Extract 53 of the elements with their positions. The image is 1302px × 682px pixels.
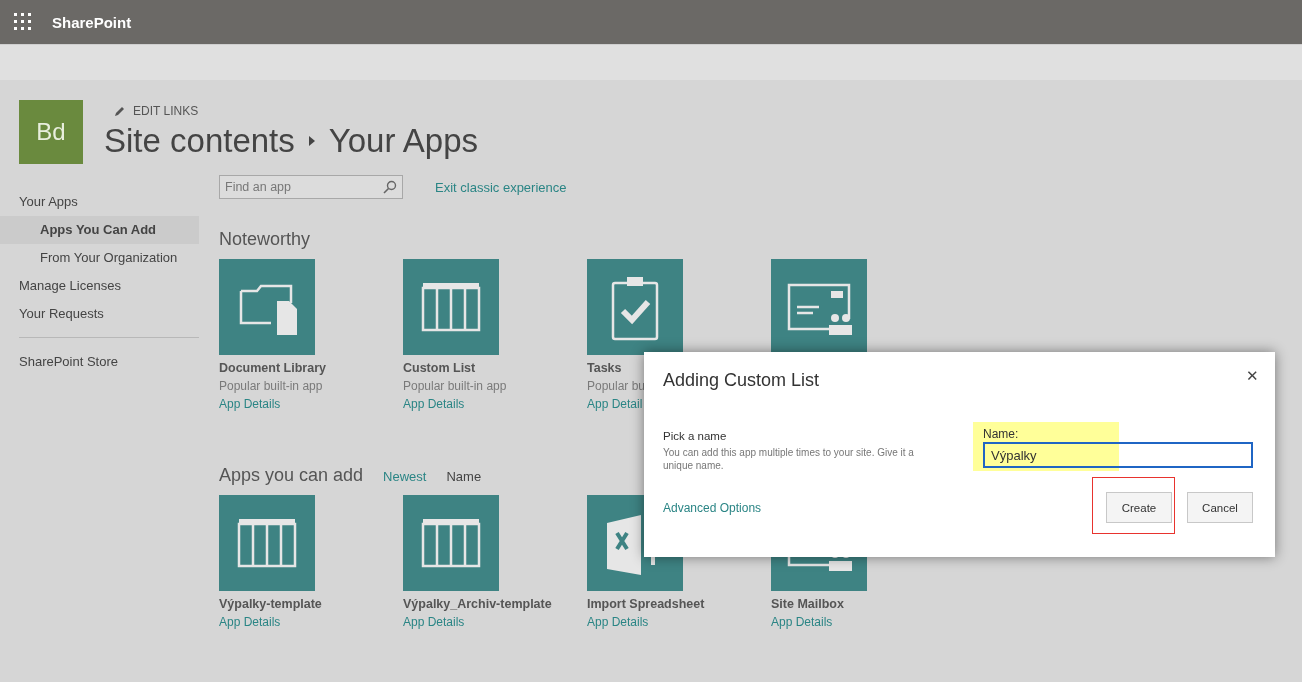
field-label: Name: (983, 426, 1020, 441)
pencil-icon[interactable] (114, 105, 126, 117)
app-title: Site Mailbox (771, 597, 844, 611)
app-tile[interactable] (587, 259, 683, 355)
app-description: Popular built-in app (403, 379, 507, 393)
sort-option[interactable]: Name (446, 469, 482, 484)
dialog-title: Adding Custom List (663, 370, 820, 391)
section-label: Pick a name (663, 430, 728, 442)
app-title: Výpalky-template (219, 597, 322, 611)
nav-item[interactable]: Your Requests (0, 300, 199, 328)
app-details-link[interactable]: App Details (403, 397, 465, 411)
dialog-button[interactable]: Create (1106, 492, 1172, 523)
nav-item[interactable]: Apps You Can Add (0, 216, 199, 244)
exit-classic-link[interactable]: Exit classic experience (435, 179, 567, 195)
close-button[interactable]: ✕ (1244, 365, 1261, 387)
section-heading: Noteworthy (219, 229, 312, 250)
app-title: Tasks (587, 361, 622, 375)
app-details-link[interactable]: App Details (219, 397, 281, 411)
app-title: Výpalky_Archiv-template (403, 597, 552, 611)
name-input-field[interactable]: Výpalky (983, 442, 1253, 468)
app-details-link[interactable]: App Detail (587, 397, 643, 411)
app-details-link[interactable]: App Details (219, 615, 281, 629)
app-tile[interactable] (403, 259, 499, 355)
app-description: Popular built-in app (219, 379, 323, 393)
app-description: Popular bu (587, 379, 646, 393)
site-logo[interactable]: Bd (19, 100, 83, 164)
nav-item[interactable]: SharePoint Store (0, 348, 199, 376)
app-details-link[interactable]: App Details (587, 615, 649, 629)
app-title: Document Library (219, 361, 326, 375)
app-tile[interactable] (219, 259, 315, 355)
breadcrumb-separator-icon (308, 136, 315, 146)
page-title: Your Apps (328, 122, 479, 160)
sort-option[interactable]: Newest (383, 469, 427, 484)
section-heading: Apps you can add (219, 465, 364, 486)
nav-item[interactable]: Your Apps (0, 188, 199, 216)
app-details-link[interactable]: App Details (771, 615, 833, 629)
nav-item[interactable]: From Your Organization (0, 244, 199, 272)
app-tile[interactable] (403, 495, 499, 591)
app-launcher-icon[interactable] (14, 13, 32, 31)
dialog-button[interactable]: Cancel (1187, 492, 1253, 523)
app-tile[interactable] (771, 259, 867, 355)
nav-item[interactable]: Manage Licenses (0, 272, 199, 300)
search-field[interactable]: Find an app (219, 175, 403, 199)
app-title: Custom List (403, 361, 476, 375)
edit-links-link[interactable]: EDIT LINKS (133, 104, 199, 118)
section-description: You can add this app multiple times to your site. Give it a unique name. (663, 446, 915, 472)
search-icon[interactable] (383, 180, 397, 194)
app-name[interactable]: SharePoint (52, 13, 132, 31)
advanced-options-link[interactable]: Advanced Options (663, 500, 762, 515)
app-details-link[interactable]: App Details (403, 615, 465, 629)
app-tile[interactable] (219, 495, 315, 591)
breadcrumb-link[interactable]: Site contents (104, 122, 295, 160)
app-title: Import Spreadsheet (587, 597, 705, 611)
